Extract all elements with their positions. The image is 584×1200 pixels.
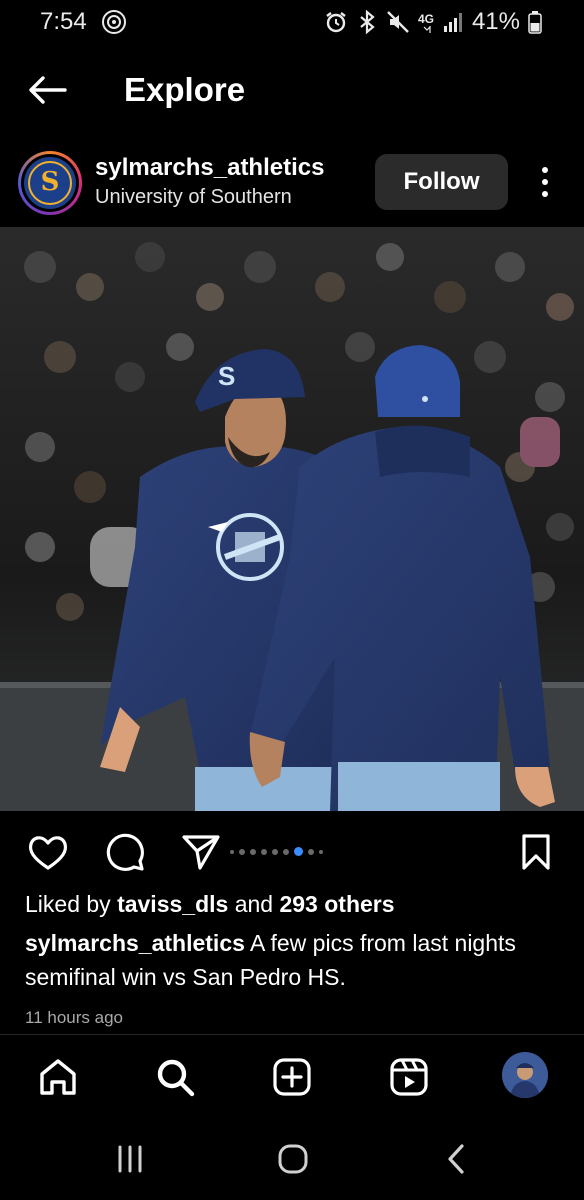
- bluetooth-icon: [360, 10, 375, 34]
- carousel-dot: [250, 848, 256, 855]
- network-label: 4G: [418, 12, 434, 26]
- caption-username[interactable]: sylmarchs_athletics: [25, 930, 245, 956]
- search-icon: [157, 1059, 195, 1097]
- share-button[interactable]: [178, 829, 224, 875]
- send-icon: [182, 835, 220, 870]
- recent-apps-button[interactable]: [100, 1139, 160, 1179]
- post-action-bar: [0, 825, 584, 875]
- carousel-dot-active: [294, 847, 303, 856]
- mute-icon: [387, 11, 409, 33]
- post-timestamp: 11 hours ago: [25, 1008, 123, 1027]
- page-title: Explore: [124, 71, 246, 108]
- home-system-button[interactable]: [263, 1139, 323, 1179]
- logo-letter: S: [40, 167, 60, 197]
- carousel-dot: [308, 848, 314, 855]
- carousel-indicator: [230, 847, 323, 856]
- signal-icon: 4G: [418, 12, 462, 33]
- more-dot-icon: [542, 191, 548, 197]
- nav-profile-avatar[interactable]: [502, 1052, 548, 1098]
- home-circle-icon: [278, 1144, 308, 1174]
- reels-icon: [390, 1058, 428, 1096]
- comment-icon: [106, 833, 144, 871]
- like-button[interactable]: [25, 829, 71, 875]
- post-location[interactable]: University of Southern: [95, 186, 292, 209]
- likes-user[interactable]: taviss_dls: [117, 891, 228, 917]
- alarm-icon: [326, 12, 346, 33]
- system-nav-bar: [0, 1117, 584, 1200]
- likes-summary[interactable]: Liked by taviss_dls and 293 others: [25, 891, 395, 918]
- likes-prefix: Liked by: [25, 891, 118, 917]
- chevron-left-icon: [448, 1144, 464, 1174]
- post-caption: sylmarchs_athletics A few pics from last…: [25, 926, 545, 994]
- arrow-left-icon: [29, 76, 67, 104]
- profile-avatar: [502, 1052, 548, 1098]
- post-header: S sylmarchs_athletics University of Sout…: [0, 148, 584, 218]
- school-logo: S: [24, 157, 76, 209]
- heart-icon: [28, 836, 68, 870]
- bottom-nav: [0, 1035, 584, 1117]
- account-avatar[interactable]: S: [18, 151, 82, 215]
- hotspot-icon: [102, 10, 126, 34]
- status-bar: 7:54 4G 41%: [0, 0, 584, 46]
- status-time: 7:54: [40, 8, 87, 35]
- recents-icon: [118, 1145, 142, 1173]
- bookmark-icon: [522, 834, 550, 870]
- carousel-dot: [239, 848, 245, 855]
- likes-middle: and: [228, 891, 280, 917]
- nav-reels[interactable]: [385, 1053, 433, 1101]
- post-username[interactable]: sylmarchs_athletics: [95, 154, 324, 182]
- page-header: Explore: [0, 60, 584, 122]
- nav-home[interactable]: [34, 1053, 82, 1101]
- battery-icon: [528, 11, 542, 34]
- status-icons: 4G 41%: [324, 8, 542, 36]
- comment-button[interactable]: [102, 829, 148, 875]
- back-button[interactable]: [22, 70, 72, 110]
- baseball-coaches-photo: S: [0, 227, 584, 811]
- carousel-dot: [261, 848, 267, 855]
- post-photo[interactable]: S: [0, 227, 584, 811]
- nav-search[interactable]: [151, 1053, 199, 1101]
- battery-percent: 41%: [471, 8, 520, 35]
- home-icon: [40, 1059, 76, 1095]
- carousel-dot: [319, 849, 323, 854]
- create-icon: [273, 1058, 311, 1096]
- more-dot-icon: [542, 179, 548, 185]
- likes-others[interactable]: 293 others: [279, 891, 394, 917]
- save-button[interactable]: [513, 829, 559, 875]
- carousel-dot: [283, 848, 289, 855]
- more-options-button[interactable]: [532, 162, 558, 202]
- nav-create[interactable]: [268, 1053, 316, 1101]
- carousel-dot: [272, 848, 278, 855]
- carousel-dot: [230, 849, 234, 854]
- follow-button[interactable]: Follow: [375, 154, 508, 210]
- svg-text:S: S: [218, 361, 235, 391]
- back-system-button[interactable]: [426, 1139, 486, 1179]
- more-dot-icon: [542, 167, 548, 173]
